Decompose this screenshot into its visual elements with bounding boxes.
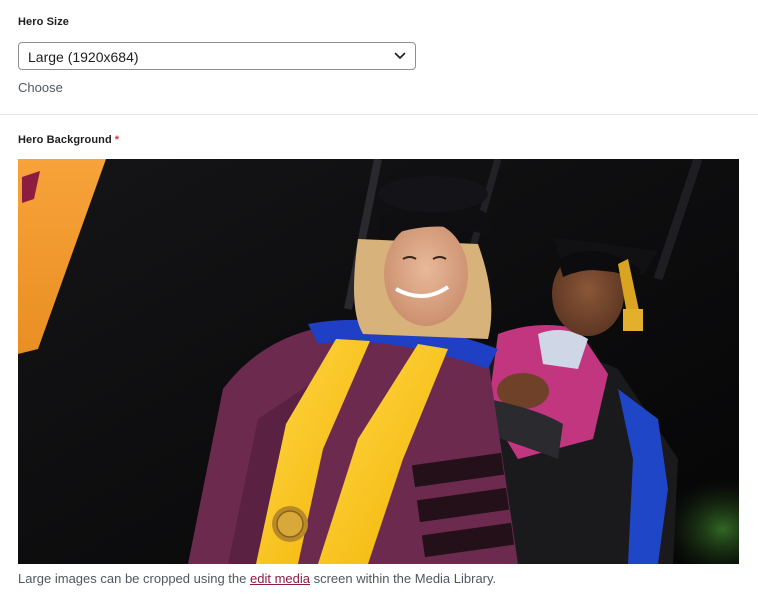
hero-size-select[interactable]: Large (1920x684): [18, 42, 416, 70]
hero-background-image[interactable]: [18, 159, 739, 564]
acf-fields-panel: Hero Size Large (1920x684) Choose Hero B…: [0, 0, 758, 603]
hero-background-label-text: Hero Background: [18, 134, 112, 146]
graduation-photo: [18, 159, 739, 564]
hero-size-section: Hero Size Large (1920x684) Choose: [0, 0, 758, 115]
hero-size-label: Hero Size: [18, 16, 70, 28]
help-text-after: screen within the Media Library.: [309, 571, 497, 586]
required-marker: *: [114, 134, 120, 146]
hero-background-help-text: Large images can be cropped using the ed…: [18, 571, 496, 586]
hero-background-label: Hero Background *: [18, 134, 119, 146]
help-text-before: Large images can be cropped using the: [18, 571, 250, 586]
edit-media-link[interactable]: edit media: [250, 571, 310, 586]
hero-size-selected-value: Large (1920x684): [28, 49, 139, 65]
choose-button[interactable]: Choose: [18, 80, 63, 95]
chevron-down-icon: [394, 52, 406, 59]
